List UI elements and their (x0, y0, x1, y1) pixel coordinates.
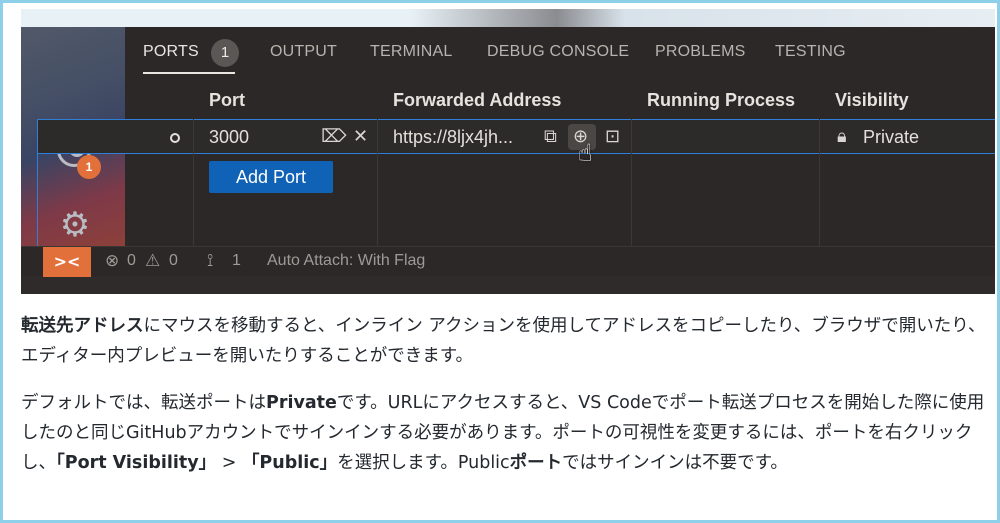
forwarded-address-value[interactable]: https://8ljx4jh... (393, 127, 513, 148)
preview-in-editor-icon[interactable]: ⊡ (605, 126, 620, 147)
warning-icon[interactable]: ⚠ (145, 251, 160, 271)
port-value[interactable]: 3000 (209, 127, 249, 148)
tab-debug-console[interactable]: DEBUG CONSOLE (487, 43, 629, 61)
close-icon[interactable]: ✕ (353, 126, 368, 147)
forwarded-address-term: 転送先アドレス (21, 316, 144, 336)
error-icon[interactable]: ⊗ (105, 251, 119, 271)
table-row[interactable] (37, 119, 995, 154)
lock-icon: 🔒︎ (837, 126, 847, 147)
column-header-running-process[interactable]: Running Process (647, 90, 795, 111)
paragraph-inline-actions: 転送先アドレスにマウスを移動すると、インライン アクションを使用してアドレスをコ… (21, 316, 986, 366)
tab-terminal[interactable]: TERMINAL (370, 43, 453, 61)
remote-indicator-icon[interactable]: >< (43, 247, 91, 277)
tab-output[interactable]: OUTPUT (270, 43, 337, 61)
port-status-icon (170, 133, 180, 143)
active-tab-indicator (143, 72, 235, 74)
column-header-visibility[interactable]: Visibility (835, 90, 909, 111)
article-frame: 1 ⚙ PORTS 1 OUTPUT TERMINAL DEBUG CONSOL… (0, 0, 1000, 523)
copy-address-icon[interactable]: ⧉ (544, 126, 557, 147)
tab-problems[interactable]: PROBLEMS (655, 43, 746, 61)
warning-count[interactable]: 0 (169, 252, 178, 270)
column-header-port[interactable]: Port (209, 90, 245, 111)
forwarded-ports-count[interactable]: 1 (232, 252, 241, 270)
panel-tabs: PORTS 1 OUTPUT TERMINAL DEBUG CONSOLE PR… (125, 27, 995, 77)
auto-attach-status[interactable]: Auto Attach: With Flag (267, 252, 425, 270)
add-port-button[interactable]: Add Port (209, 161, 333, 193)
status-bar: >< ⊗ 0 ⚠ 0 ⟟ 1 Auto Attach: With Flag (21, 246, 995, 277)
wallpaper-strip (21, 9, 995, 27)
paragraph-port-visibility: デフォルトでは、転送ポートはPrivateです。URLにアクセスすると、VS C… (21, 393, 985, 473)
ports-count-badge: 1 (211, 39, 239, 67)
ports-panel: PORTS 1 OUTPUT TERMINAL DEBUG CONSOLE PR… (37, 27, 995, 264)
tab-testing[interactable]: TESTING (775, 43, 846, 61)
ports-antenna-icon[interactable]: ⟟ (207, 251, 213, 271)
column-header-forwarded-address[interactable]: Forwarded Address (393, 90, 561, 111)
tab-ports[interactable]: PORTS (143, 43, 199, 61)
label-tag-icon[interactable]: ⌦ (321, 126, 346, 147)
error-count[interactable]: 0 (127, 252, 136, 270)
visibility-value[interactable]: Private (863, 127, 919, 148)
hand-cursor-icon: ☝ (578, 139, 593, 167)
